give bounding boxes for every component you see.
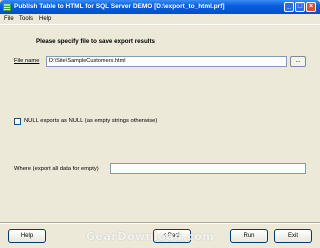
run-button[interactable]: Run bbox=[230, 229, 268, 243]
maximize-button[interactable]: □ bbox=[295, 2, 305, 12]
null-checkbox[interactable] bbox=[14, 118, 21, 125]
minimize-button[interactable]: _ bbox=[284, 2, 294, 12]
file-name-field[interactable]: D:\Site\SampleCustomers.html bbox=[46, 56, 287, 67]
title-bar: Publish Table to HTML for SQL Server DEM… bbox=[0, 0, 320, 14]
page-heading: Please specify file to save export resul… bbox=[36, 38, 155, 45]
help-button[interactable]: Help bbox=[8, 229, 46, 243]
footer-separator bbox=[0, 222, 320, 224]
window-title: Publish Table to HTML for SQL Server DEM… bbox=[14, 3, 225, 10]
close-button[interactable]: × bbox=[306, 2, 316, 12]
menu-file[interactable]: File bbox=[4, 16, 14, 22]
null-checkbox-label: NULL exports as NULL (as empty strings o… bbox=[24, 118, 158, 124]
browse-button[interactable]: ... bbox=[290, 56, 306, 67]
menu-help[interactable]: Help bbox=[39, 16, 51, 22]
menu-bar: File Tools Help bbox=[0, 14, 320, 25]
exit-button[interactable]: Exit bbox=[274, 229, 312, 243]
where-field[interactable] bbox=[110, 163, 306, 174]
where-label: Where (export all data for empty) bbox=[14, 166, 99, 172]
watermark: GearDownload.com bbox=[86, 230, 215, 243]
file-name-label: File name bbox=[14, 58, 40, 64]
menu-tools[interactable]: Tools bbox=[19, 16, 33, 22]
app-icon bbox=[3, 3, 11, 11]
